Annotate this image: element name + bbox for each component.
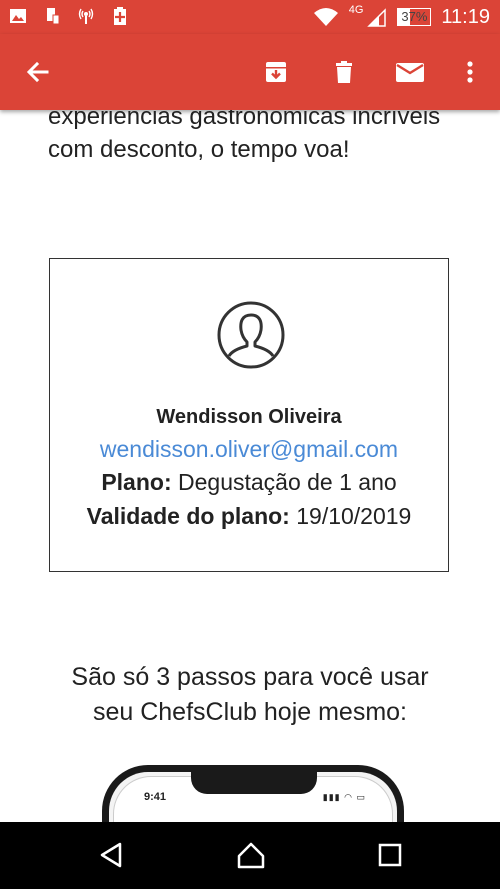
email-body: experiencias gastronomicas incríveis com…	[0, 110, 500, 822]
envelope-icon	[396, 63, 424, 82]
back-button[interactable]	[20, 54, 56, 90]
plan-label: Plano:	[101, 469, 172, 495]
network-type: 4G	[348, 4, 364, 16]
phone-notch	[191, 770, 317, 794]
home-icon[interactable]	[236, 840, 266, 870]
email-toolbar	[0, 34, 500, 110]
validity-value: 19/10/2019	[289, 503, 412, 529]
steps-line-1: São só 3 passos para você usar	[71, 663, 429, 691]
more-vert-icon	[467, 61, 473, 83]
battery-level: 37%	[397, 8, 432, 26]
status-bar: 4G 37% 11:19	[0, 0, 500, 34]
recents-icon[interactable]	[375, 840, 405, 870]
system-nav-bar	[0, 822, 500, 889]
trash-icon	[336, 61, 352, 83]
steps-heading: São só 3 passos para você usar seu Chefs…	[0, 660, 500, 730]
battery-charging-icon	[114, 7, 126, 25]
delete-button[interactable]	[326, 54, 362, 90]
back-triangle-icon[interactable]	[96, 840, 126, 870]
intro-paragraph: experiencias gastronomicas incríveis com…	[48, 110, 441, 163]
user-avatar-icon	[217, 301, 285, 369]
wifi-icon	[313, 8, 338, 26]
phone-time: 9:41	[144, 791, 167, 803]
plan-value: Degustação de 1 ano	[171, 469, 397, 495]
archive-button[interactable]	[258, 54, 294, 90]
validity-line: Validade do plano: 19/10/2019	[50, 503, 448, 530]
phone-status-icons: ▮▮▮ ◠ ▭	[322, 792, 366, 802]
clock: 11:19	[441, 5, 490, 28]
image-icon	[10, 9, 26, 23]
hotspot-icon	[78, 8, 94, 24]
device-icon	[47, 8, 60, 25]
phone-mockup-image: 9:41 ▮▮▮ ◠ ▭	[102, 765, 404, 822]
mark-unread-button[interactable]	[392, 54, 428, 90]
member-card: Wendisson Oliveira wendisson.oliver@gmai…	[49, 258, 449, 572]
validity-label: Validade do plano:	[86, 503, 290, 529]
steps-line-2: seu ChefsClub hoje mesmo:	[92, 698, 408, 726]
arrow-left-icon	[26, 61, 49, 83]
member-name: Wendisson Oliveira	[156, 406, 342, 428]
signal-icon	[367, 8, 387, 27]
member-email-link[interactable]: wendisson.oliver@gmail.com	[50, 436, 448, 463]
archive-icon	[266, 62, 286, 82]
more-options-button[interactable]	[452, 54, 488, 90]
plan-line: Plano: Degustação de 1 ano	[50, 469, 448, 496]
